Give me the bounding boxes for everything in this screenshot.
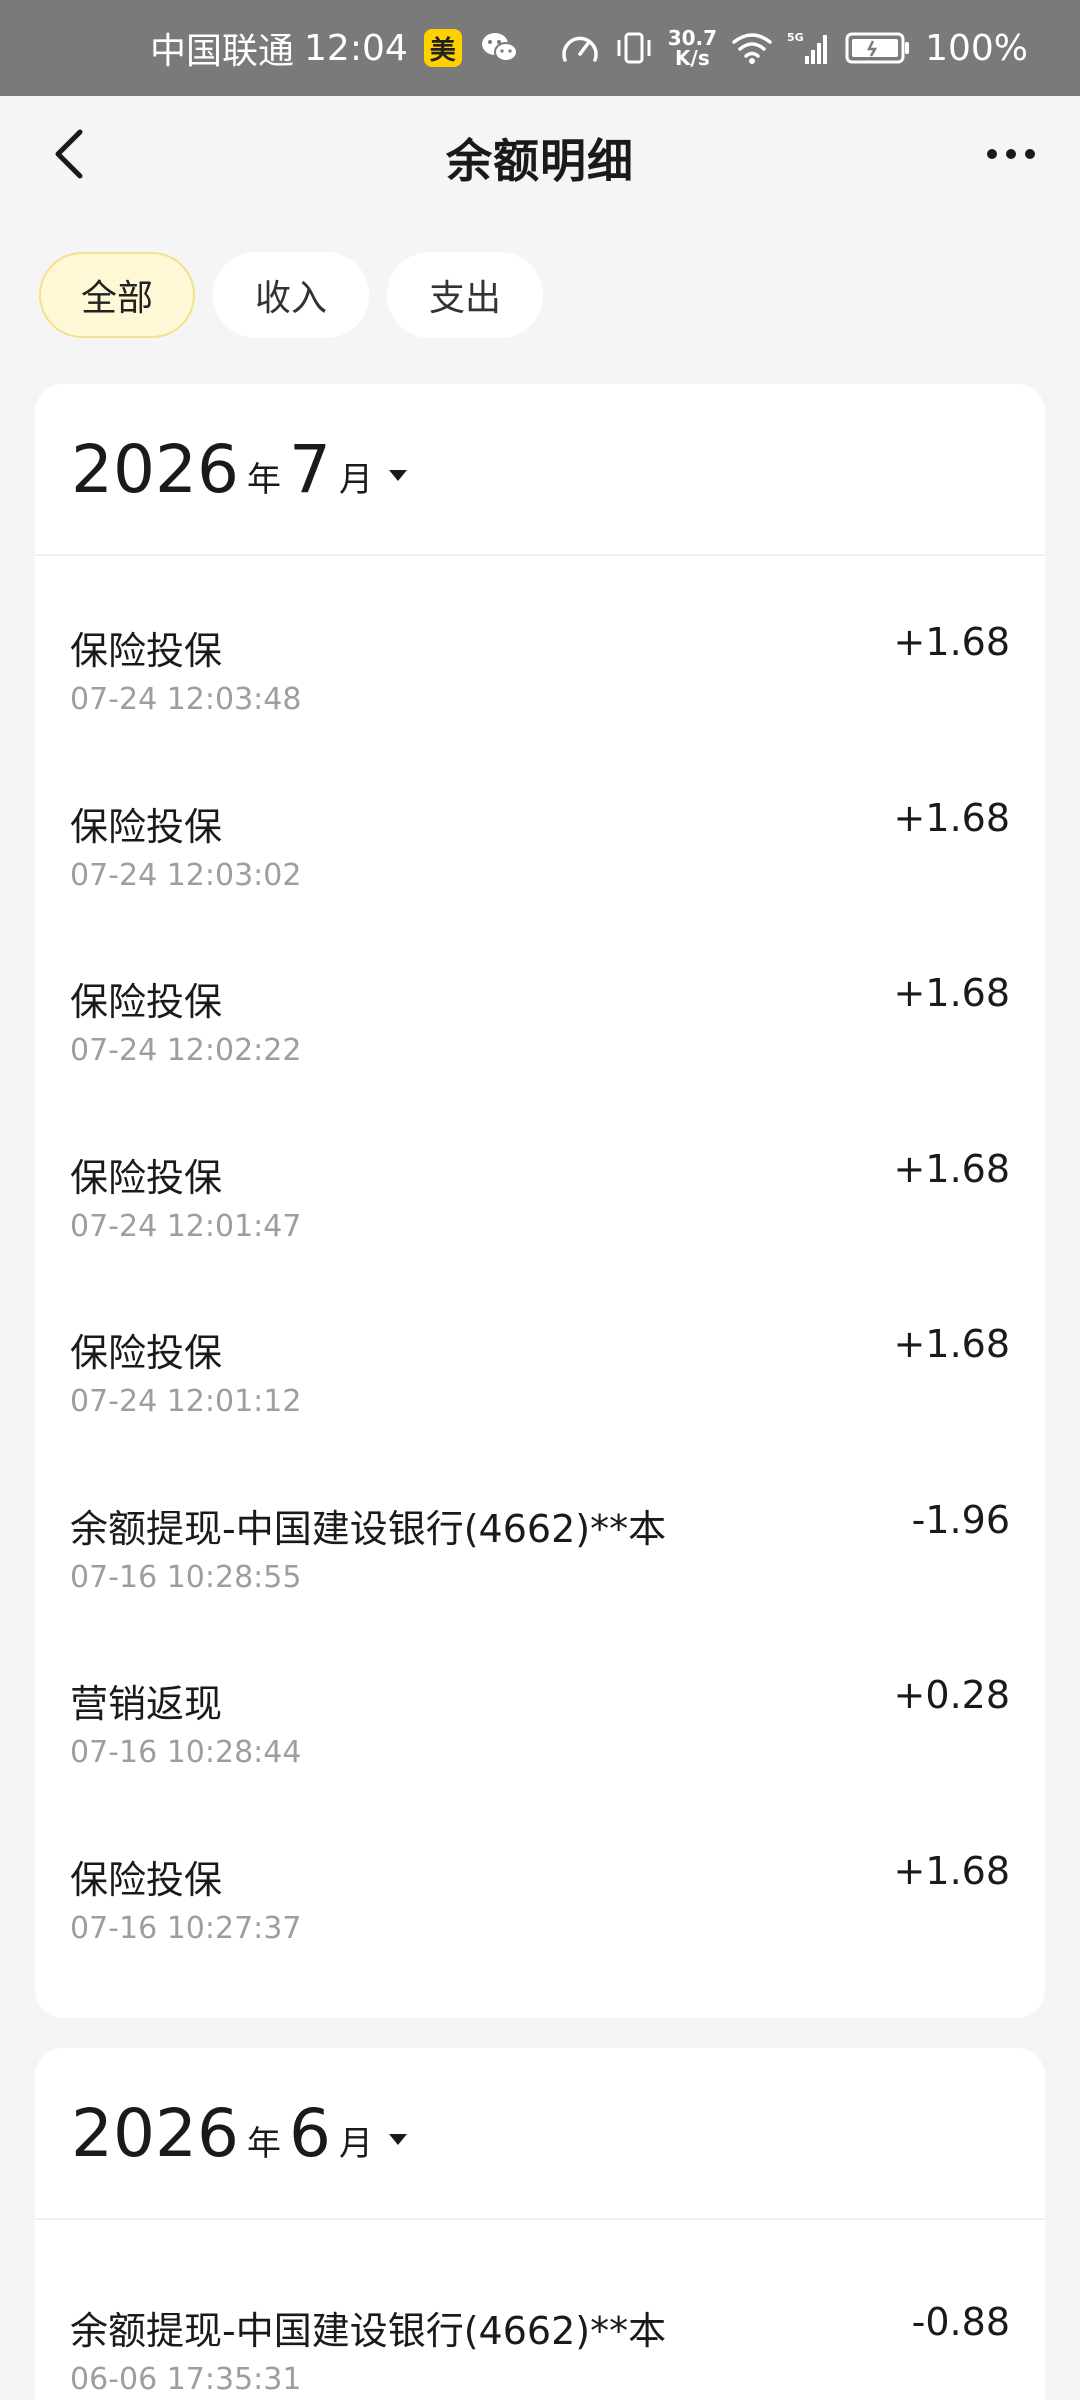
- wechat-notification-icon: [481, 33, 518, 62]
- net-speed-unit: K/s: [675, 46, 710, 70]
- transaction-name: 余额提现-中国建设银行(4662)**本: [70, 1506, 667, 1551]
- transaction-time: 06-06 17:35:31: [70, 2362, 302, 2397]
- transaction-time: 07-24 12:02:22: [70, 1033, 302, 1068]
- transaction-row[interactable]: 保险投保 07-24 12:03:02 +1.68: [35, 758, 1045, 934]
- caret-down-icon: [388, 469, 407, 481]
- transaction-amount: +1.68: [893, 620, 1010, 664]
- filter-tab-expense[interactable]: 支出: [387, 252, 543, 338]
- month-unit: 月: [338, 459, 373, 500]
- transaction-row[interactable]: 余额提现-中国建设银行(4662)**本 07-16 10:28:55 -1.9…: [35, 1460, 1045, 1636]
- transaction-amount: +0.28: [893, 1673, 1010, 1717]
- transaction-row[interactable]: 保险投保 07-24 12:01:12 +1.68: [35, 1284, 1045, 1460]
- battery-icon: [845, 32, 910, 64]
- meituan-notification-icon: 美: [423, 29, 462, 67]
- chevron-left-icon: [55, 129, 83, 179]
- transaction-time: 07-16 10:28:55: [70, 1559, 302, 1595]
- more-options-button[interactable]: [976, 124, 1046, 184]
- transaction-name: 保险投保: [70, 980, 223, 1024]
- filter-tab-all[interactable]: 全部: [39, 252, 195, 338]
- filter-tab-income[interactable]: 收入: [213, 252, 369, 338]
- transaction-row[interactable]: 余额提现-中国建设银行(4662)**本 06-06 17:35:31 -0.8…: [35, 2262, 1045, 2400]
- speedometer-icon: [561, 36, 598, 62]
- transaction-amount: +1.68: [893, 1322, 1010, 1366]
- month-number: 7: [288, 430, 331, 508]
- transaction-time: 07-24 12:03:48: [70, 682, 302, 717]
- battery-percent: 100%: [925, 27, 1028, 69]
- transaction-row[interactable]: 保险投保 07-24 12:03:48 +1.68: [35, 582, 1045, 758]
- status-right: 30.7 K/s 5G 100%: [560, 28, 1028, 69]
- transaction-name: 保险投保: [70, 1331, 223, 1375]
- net-speed-value: 30.7: [667, 26, 718, 50]
- month-unit: 月: [338, 2123, 373, 2164]
- month-year: 2026: [71, 430, 239, 508]
- transaction-amount: -0.88: [911, 2300, 1010, 2344]
- transaction-time: 07-24 12:03:02: [70, 857, 302, 893]
- transaction-name: 保险投保: [70, 804, 223, 849]
- vibrate-icon: [617, 32, 651, 64]
- transaction-row[interactable]: 营销返现 07-16 10:28:44 +0.28: [35, 1635, 1045, 1811]
- transaction-amount: +1.68: [893, 1146, 1010, 1191]
- carrier-name: 中国联通: [150, 31, 295, 72]
- cellular-signal-icon: 5G: [787, 31, 828, 64]
- status-bar: 中国联通 12:04 美 30.7 K/s 5G 100%: [0, 0, 1080, 96]
- month-number: 6: [288, 2094, 331, 2172]
- transaction-name: 保险投保: [70, 629, 223, 673]
- network-type: 5G: [787, 31, 804, 44]
- transaction-time: 07-16 10:27:37: [70, 1910, 302, 1946]
- back-button[interactable]: [40, 124, 100, 184]
- transaction-amount: -1.96: [911, 1497, 1010, 1542]
- transaction-amount: +1.68: [893, 795, 1010, 840]
- transaction-row[interactable]: 保险投保 07-16 10:27:37 +1.68: [35, 1811, 1045, 1987]
- filter-tabs: 全部 收入 支出: [39, 252, 543, 338]
- wifi-icon: [732, 33, 772, 64]
- month-year-unit: 年: [246, 2123, 281, 2164]
- month-selector[interactable]: 2026 年 7 月: [35, 384, 1045, 556]
- transaction-time: 07-16 10:28:44: [70, 1735, 302, 1770]
- page-title: 余额明细: [446, 134, 634, 188]
- transaction-amount: +1.68: [893, 1848, 1010, 1893]
- transaction-time: 07-24 12:01:47: [70, 1208, 302, 1244]
- month-card: 2026 年 7 月 保险投保 07-24 12:03:48 +1.68 保险投…: [35, 384, 1045, 2018]
- transaction-name: 保险投保: [70, 1155, 223, 1200]
- month-year: 2026: [71, 2094, 239, 2172]
- transaction-name: 余额提现-中国建设银行(4662)**本: [70, 2309, 667, 2353]
- caret-down-icon: [388, 2133, 407, 2145]
- transaction-name: 保险投保: [70, 1857, 223, 1902]
- transaction-amount: +1.68: [893, 971, 1010, 1015]
- transaction-list: 保险投保 07-24 12:03:48 +1.68 保险投保 07-24 12:…: [35, 556, 1045, 1986]
- month-year-unit: 年: [246, 459, 281, 500]
- transaction-row[interactable]: 保险投保 07-24 12:01:47 +1.68: [35, 1109, 1045, 1285]
- net-speed: 30.7 K/s: [668, 28, 717, 68]
- more-dot-icon: [987, 149, 997, 159]
- clock: 12:04: [304, 27, 408, 69]
- more-dot-icon: [1025, 149, 1035, 159]
- transaction-name: 营销返现: [70, 1682, 223, 1726]
- transaction-list: 余额提现-中国建设银行(4662)**本 06-06 17:35:31 -0.8…: [35, 2220, 1045, 2400]
- month-card: 2026 年 6 月 余额提现-中国建设银行(4662)**本 06-06 17…: [35, 2048, 1045, 2400]
- status-left: 中国联通 12:04 美: [150, 22, 520, 74]
- app-header: 余额明细: [0, 96, 1080, 220]
- transaction-time: 07-24 12:01:12: [70, 1384, 302, 1419]
- transaction-row[interactable]: 保险投保 07-24 12:02:22 +1.68: [35, 933, 1045, 1109]
- more-dot-icon: [1006, 149, 1016, 159]
- month-selector[interactable]: 2026 年 6 月: [35, 2048, 1045, 2220]
